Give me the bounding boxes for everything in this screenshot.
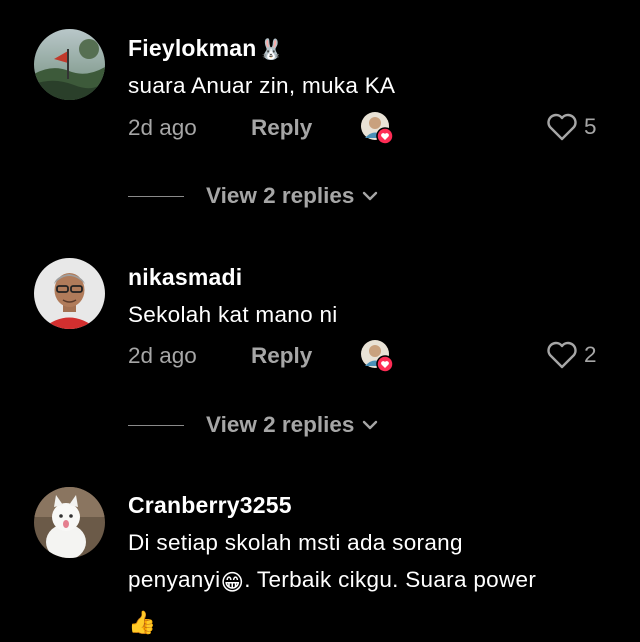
username[interactable]: nikasmadi <box>128 264 242 291</box>
view-replies-label: View 2 replies <box>206 412 355 437</box>
avatar-image <box>34 258 105 329</box>
grinning-emoji: 😁 <box>220 570 245 595</box>
comment-time: 2d ago <box>128 343 197 368</box>
creator-liked-icon <box>360 339 394 373</box>
text-fragment: penyanyi <box>128 567 221 592</box>
like-button[interactable]: 2 <box>546 340 597 370</box>
divider-line <box>128 424 184 426</box>
avatar[interactable] <box>34 487 105 558</box>
avatar[interactable] <box>34 258 105 329</box>
comment-text-line: 👍 <box>128 601 608 641</box>
username[interactable]: Fieylokman <box>128 35 257 61</box>
reply-button[interactable]: Reply <box>251 115 312 141</box>
chevron-down-icon <box>363 191 378 201</box>
divider-line <box>128 195 184 197</box>
thumbs-up-emoji: 👍 <box>128 610 157 635</box>
view-replies-button[interactable]: View 2 replies <box>128 183 378 209</box>
like-count: 5 <box>584 114 597 139</box>
avatar-image <box>34 487 105 558</box>
heart-icon <box>547 341 577 369</box>
view-replies-label: View 2 replies <box>206 183 355 208</box>
view-replies-button[interactable]: View 2 replies <box>128 412 378 438</box>
comment-text: Sekolah kat mano ni <box>128 302 338 327</box>
reply-button[interactable]: Reply <box>251 343 312 369</box>
rabbit-emoji: 🐰 <box>258 39 284 61</box>
creator-liked-icon <box>360 111 394 145</box>
text-fragment: . Terbaik cikgu. Suara power <box>244 567 537 592</box>
chevron-down-icon <box>363 420 378 430</box>
comment-time: 2d ago <box>128 115 197 140</box>
username[interactable]: Cranberry3255 <box>128 492 292 519</box>
comment-text: suara Anuar zin, muka KA <box>128 73 396 98</box>
like-count: 2 <box>584 342 597 367</box>
like-button[interactable]: 5 <box>546 112 597 142</box>
avatar-image <box>34 29 105 100</box>
avatar[interactable] <box>34 29 105 100</box>
heart-icon <box>547 113 577 141</box>
comment-text-line: penyanyi😁. Terbaik cikgu. Suara power <box>128 561 608 601</box>
comment-text: Di setiap skolah msti ada sorang penyany… <box>128 524 608 641</box>
comment-text-line: Di setiap skolah msti ada sorang <box>128 530 463 555</box>
